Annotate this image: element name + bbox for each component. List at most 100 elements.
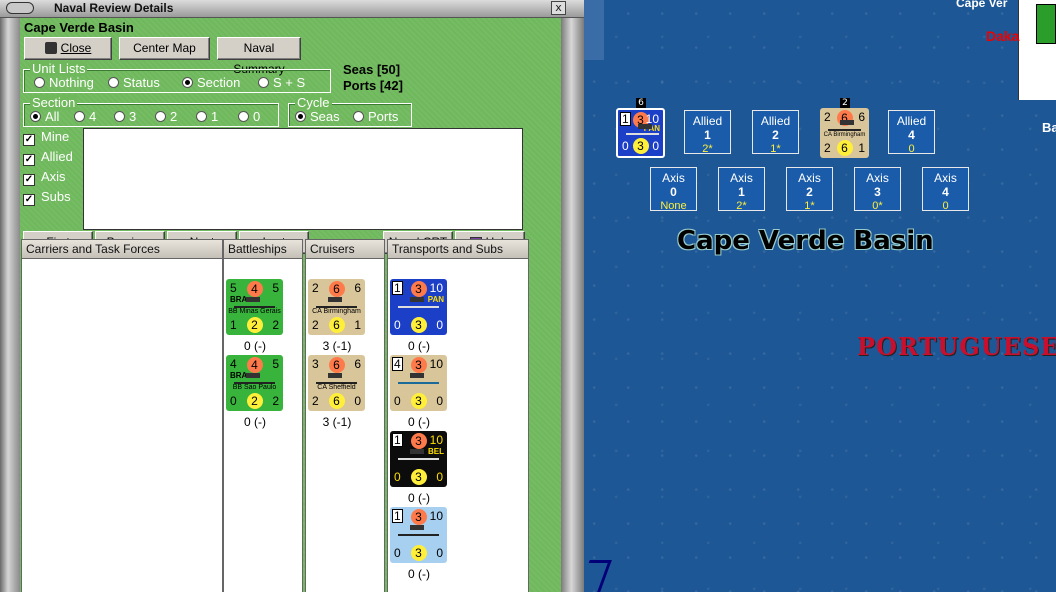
battleship-counter[interactable]: 545 BRA BB Minas Gerais 122 — [226, 279, 283, 335]
section-number: 2 — [806, 185, 813, 199]
map-cruiser-counter[interactable]: 2 6 6 CA Birmingham 2 6 1 — [820, 108, 869, 158]
ship-name: CA Sheffield — [317, 384, 356, 391]
section-number: 2 — [772, 128, 779, 142]
axis-section-3[interactable]: Axis 3 0* — [854, 167, 901, 212]
counter-attack: 4 — [246, 281, 263, 297]
allied-section-2[interactable]: Allied 2 1* — [752, 110, 799, 155]
seas-count: Seas [50] — [343, 62, 401, 77]
radio-s-plus-s[interactable]: S + S — [258, 75, 305, 90]
scrollbar[interactable] — [561, 18, 584, 592]
ship-silhouette-icon — [626, 124, 659, 135]
ship-silhouette-icon — [316, 297, 357, 308]
close-icon[interactable]: x — [551, 1, 566, 15]
counter-val: 0 — [652, 139, 659, 153]
section-status: 2* — [702, 143, 713, 155]
counter-defense: 2 — [246, 317, 263, 333]
counter-attack: 3 — [410, 433, 427, 449]
axis-section-1[interactable]: Axis 1 2* — [718, 167, 765, 212]
axis-section-2[interactable]: Axis 2 1* — [786, 167, 833, 212]
map-transport-counter[interactable]: 1 3 10 PAN 0 3 0 — [616, 108, 665, 158]
radio-section-all[interactable]: All — [30, 109, 59, 124]
land-left-strip — [584, 0, 604, 60]
cycle-legend: Cycle — [295, 95, 332, 110]
close-button-icon — [44, 42, 57, 54]
radio-icon — [238, 111, 249, 122]
radio-cycle-ports[interactable]: Ports — [353, 109, 398, 124]
radio-icon — [30, 111, 41, 122]
transport-counter[interactable]: 4 3 10 030 — [390, 355, 447, 411]
counter-defense: 3 — [410, 545, 427, 561]
counter-subtext: 0 (-) — [244, 415, 266, 429]
counter-val: 0 — [394, 546, 401, 560]
naval-review-window: Naval Review Details x Cape Verde Basin … — [0, 0, 584, 592]
axis-section-4[interactable]: Axis 4 0 — [922, 167, 969, 212]
land-unit-counter[interactable] — [1036, 4, 1056, 44]
radio-cycle-seas[interactable]: Seas — [295, 109, 340, 124]
cruiser-counter[interactable]: 266 CA Birmingham 261 — [308, 279, 365, 335]
radio-icon — [114, 111, 125, 122]
window-title: Naval Review Details — [54, 1, 174, 15]
naval-summary-button[interactable]: Naval Summary — [217, 37, 301, 76]
transport-counter[interactable]: 1 3 10 030 — [390, 507, 447, 563]
radio-section-4[interactable]: 4 — [74, 109, 96, 124]
window-menu-icon[interactable] — [6, 2, 34, 14]
ship-silhouette-icon — [234, 297, 275, 308]
radio-icon — [295, 111, 306, 122]
checkbox-allied[interactable]: ✓ Allied — [23, 147, 83, 167]
close-button[interactable]: Close — [24, 37, 112, 60]
counter-val: 6 — [858, 110, 865, 124]
counter-val: 0 — [394, 394, 401, 408]
column-header-cruisers[interactable]: Cruisers — [305, 239, 385, 259]
radio-nothing[interactable]: Nothing — [34, 75, 94, 90]
column-header-battleships[interactable]: Battleships — [223, 239, 303, 259]
radio-section-0[interactable]: 0 — [238, 109, 260, 124]
counter-val: 2 — [312, 394, 319, 408]
section-number: 1 — [738, 185, 745, 199]
unit-list-box[interactable] — [83, 128, 523, 230]
checkbox-label: Subs — [41, 189, 71, 204]
dakar-label: Daka — [986, 28, 1020, 44]
counter-val: 2 — [312, 281, 319, 295]
title-bar[interactable]: Naval Review Details x — [0, 0, 584, 18]
axis-section-0[interactable]: Axis 0 None — [650, 167, 697, 212]
counter-attack: 6 — [328, 281, 345, 297]
counter-val: 5 — [230, 281, 237, 295]
map-sea[interactable] — [584, 0, 1056, 592]
radio-label: Section — [197, 75, 241, 90]
counter-subtext: 3 (-1) — [322, 415, 352, 429]
checkbox-axis[interactable]: ✓ Axis — [23, 167, 83, 187]
counter-subtext: 0 (-) — [408, 491, 430, 505]
counter-val: 0 — [436, 394, 443, 408]
checkbox-mine[interactable]: ✓ Mine — [23, 127, 83, 147]
radio-icon — [182, 77, 193, 88]
radio-section-3[interactable]: 3 — [114, 109, 136, 124]
radio-section-1[interactable]: 1 — [196, 109, 218, 124]
center-map-button[interactable]: Center Map — [119, 37, 210, 60]
allied-section-4[interactable]: Allied 4 0 — [888, 110, 935, 155]
map-country-label: PORTUGUESE — [857, 332, 1056, 361]
checkbox-subs[interactable]: ✓ Subs — [23, 187, 83, 207]
allied-section-1[interactable]: Allied 1 2* — [684, 110, 731, 155]
counter-subtext: 3 (-1) — [322, 339, 352, 353]
column-carriers — [21, 259, 223, 592]
counter-val: 4 — [230, 357, 237, 371]
counter-defense: 3 — [410, 393, 427, 409]
column-header-transports[interactable]: Transports and Subs — [387, 239, 529, 259]
section-number: 3 — [874, 185, 881, 199]
counter-val: 2 — [312, 318, 319, 332]
radio-label: Seas — [310, 109, 340, 124]
battleship-counter[interactable]: 445 BRA BB Sao Paulo 022 — [226, 355, 283, 411]
radio-status[interactable]: Status — [108, 75, 160, 90]
radio-icon — [258, 77, 269, 88]
map-top-label: Cape Ver — [956, 0, 1008, 10]
column-header-carriers[interactable]: Carriers and Task Forces — [21, 239, 223, 259]
counter-val: 10 — [429, 509, 443, 523]
transport-counter[interactable]: 1 3 10 PAN 030 — [390, 279, 447, 335]
transport-counter[interactable]: 1 3 10 BEL 030 — [390, 431, 447, 487]
radio-section-2[interactable]: 2 — [155, 109, 177, 124]
section-number: 4 — [908, 128, 915, 142]
cruiser-counter[interactable]: 366 CA Sheffield 260 — [308, 355, 365, 411]
radio-section[interactable]: Section — [182, 75, 240, 90]
counter-attack: 3 — [410, 509, 427, 525]
unit-lists-legend: Unit Lists — [30, 61, 88, 76]
